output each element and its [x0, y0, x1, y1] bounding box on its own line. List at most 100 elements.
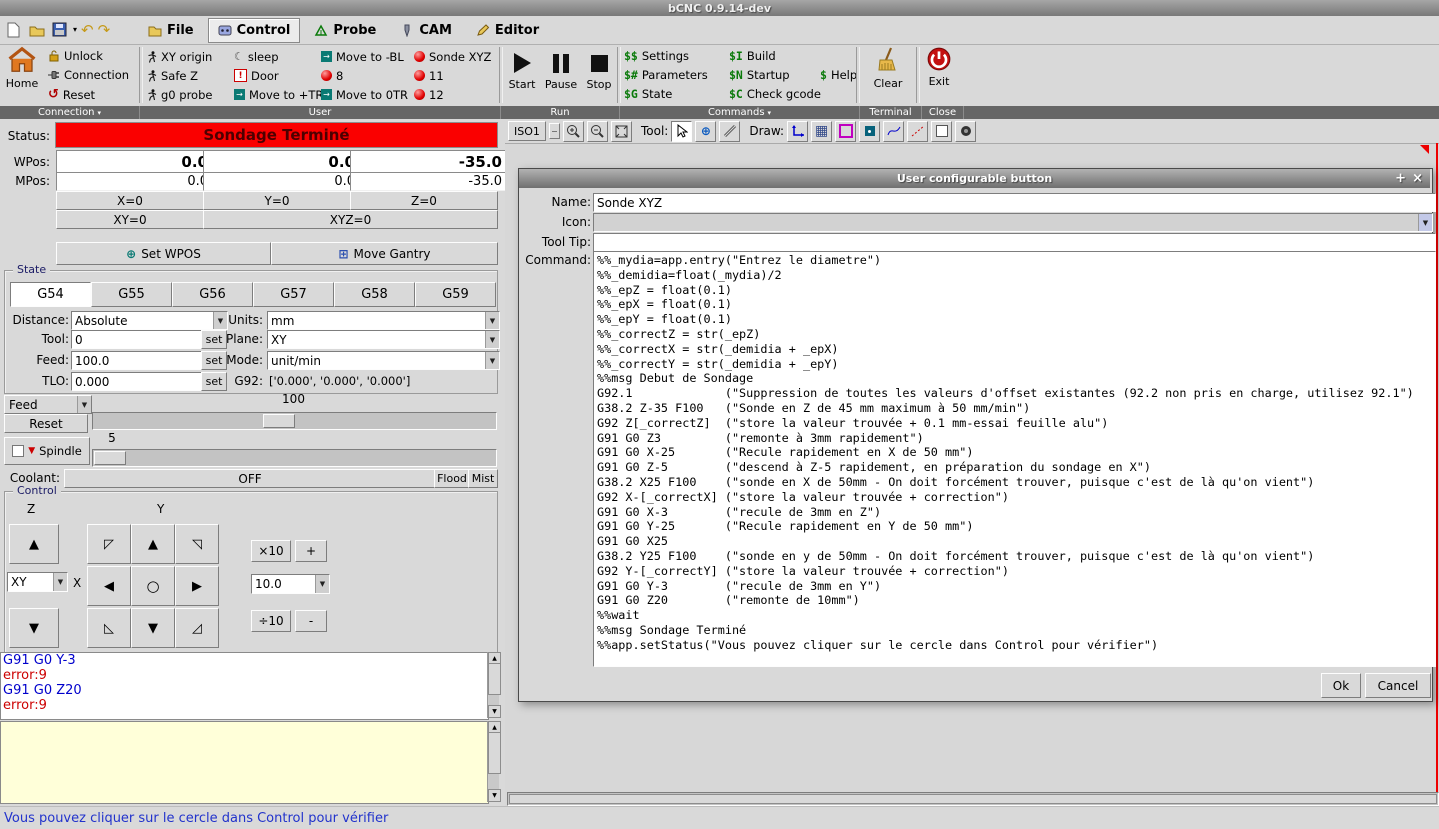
x-zero-button[interactable]: X=0 — [56, 191, 204, 210]
set-wpos-button[interactable]: ⊕ Set WPOS — [56, 242, 271, 265]
jog-center-check-button[interactable]: ○ — [131, 566, 175, 606]
jog-up-button[interactable]: ▲ — [131, 524, 175, 564]
jog-z-down-button[interactable]: ▼ — [9, 608, 59, 648]
zoom-out-icon[interactable] — [587, 121, 608, 142]
coolant-flood-button[interactable]: Flood — [434, 469, 470, 488]
jog-right-button[interactable]: ▶ — [175, 566, 219, 606]
step-div10-button[interactable]: ÷10 — [251, 610, 291, 632]
coolant-off-button[interactable]: OFF — [64, 469, 436, 488]
save-icon[interactable] — [50, 20, 69, 39]
user-button-move-to-0tr[interactable]: →Move to 0TR — [319, 85, 412, 104]
dropdown-icon[interactable]: ▼ — [485, 312, 499, 329]
unlock-button[interactable]: Unlock — [46, 48, 105, 64]
xy-zero-button[interactable]: XY=0 — [56, 210, 204, 229]
build-command-button[interactable]: $IBuild — [727, 48, 778, 64]
scroll-down-icon[interactable]: ▼ — [488, 789, 501, 802]
jog-plane-combobox[interactable]: XY▼ — [7, 572, 68, 592]
step-size-combobox[interactable]: 10.0▼ — [251, 574, 330, 594]
gantry-tool-icon[interactable]: ⊕ — [695, 121, 716, 142]
wcs-g55-button[interactable]: G55 — [91, 282, 172, 307]
stop-button[interactable]: Stop — [582, 48, 616, 91]
state-command-button[interactable]: $GState — [622, 86, 674, 102]
draw-axes-icon[interactable] — [787, 121, 808, 142]
user-button-move-to-bl[interactable]: →Move to -BL — [319, 47, 412, 66]
start-button[interactable]: Start — [504, 48, 540, 91]
parameters-command-button[interactable]: $#Parameters — [622, 67, 710, 83]
dialog-name-input[interactable]: Sonde XYZ — [593, 193, 1436, 212]
zoom-fit-icon[interactable] — [611, 121, 632, 142]
settings-command-button[interactable]: $$Settings — [622, 48, 691, 64]
wcs-g57-button[interactable]: G57 — [253, 282, 334, 307]
mode-combobox[interactable]: unit/min▼ — [267, 351, 500, 370]
connection-button[interactable]: Connection — [46, 67, 131, 83]
jog-sw-button[interactable]: ◺ — [87, 608, 131, 648]
coolant-mist-button[interactable]: Mist — [468, 469, 498, 488]
dialog-command-textarea[interactable]: %%_mydia=app.entry("Entrez le diametre")… — [593, 251, 1436, 667]
command-entry-scrollbar[interactable]: ▲ ▼ — [487, 721, 499, 802]
override-reset-button[interactable]: Reset — [4, 414, 88, 433]
tab-control[interactable]: Control — [208, 18, 301, 43]
dialog-cancel-button[interactable]: Cancel — [1365, 673, 1431, 698]
wcs-g56-button[interactable]: G56 — [172, 282, 253, 307]
jog-ne-button[interactable]: ◹ — [175, 524, 219, 564]
dropdown-icon[interactable]: ▼ — [485, 352, 499, 369]
tab-probe[interactable]: Probe — [304, 18, 386, 43]
feed-slider[interactable] — [92, 412, 497, 430]
command-entry-area[interactable] — [0, 721, 489, 804]
startup-command-button[interactable]: $NStartup — [727, 67, 792, 83]
reset-button[interactable]: ↺ Reset — [46, 86, 97, 103]
user-button-safe-z[interactable]: Safe Z — [144, 66, 232, 85]
jog-left-button[interactable]: ◀ — [87, 566, 131, 606]
wcs-g58-button[interactable]: G58 — [334, 282, 415, 307]
step-mul10-button[interactable]: ×10 — [251, 540, 291, 562]
dropdown-icon[interactable]: ▼ — [1418, 214, 1432, 231]
tlo-set-button[interactable]: set — [201, 372, 227, 391]
group-label-commands[interactable]: Commands▾ — [620, 106, 860, 119]
home-button[interactable]: Home — [2, 46, 42, 102]
feed-input[interactable]: 100.0 — [71, 351, 207, 370]
exit-button[interactable]: Exit — [921, 46, 957, 88]
y-zero-button[interactable]: Y=0 — [203, 191, 351, 210]
dialog-icon-combobox[interactable]: ▼ — [593, 213, 1433, 232]
dropdown-icon[interactable]: ▼ — [315, 575, 329, 593]
user-button-12[interactable]: 12 — [412, 85, 496, 104]
undo-icon[interactable]: ↶ — [81, 21, 94, 39]
check-gcode-command-button[interactable]: $CCheck gcode — [727, 86, 823, 102]
jog-down-button[interactable]: ▼ — [131, 608, 175, 648]
log-scrollbar-thumb[interactable] — [488, 663, 501, 695]
xyz-zero-button[interactable]: XYZ=0 — [203, 210, 498, 229]
pause-button[interactable]: Pause — [543, 48, 579, 91]
tool-input[interactable]: 0 — [71, 330, 207, 349]
user-button-door[interactable]: !Door — [232, 66, 319, 85]
user-button-sonde-xyz[interactable]: Sonde XYZ — [412, 47, 496, 66]
dialog-tooltip-input[interactable] — [593, 233, 1436, 252]
new-file-icon[interactable] — [4, 20, 23, 39]
feed-slider-handle[interactable] — [263, 414, 295, 428]
group-label-connection[interactable]: Connection▾ — [0, 106, 140, 119]
user-button-8[interactable]: 8 — [319, 66, 412, 85]
draw-workarea-icon[interactable] — [931, 121, 952, 142]
log-scrollbar[interactable]: ▲ ▼ — [487, 652, 499, 718]
dialog-title-bar[interactable]: User configurable button + × — [519, 169, 1430, 188]
terminal-log[interactable]: G91 G0 Y-3 error:9 G91 G0 Z20 error:9 — [0, 652, 489, 720]
jog-nw-button[interactable]: ◸ — [87, 524, 131, 564]
user-button-move-to-tr[interactable]: →Move to +TR — [232, 85, 319, 104]
draw-margin-icon[interactable] — [835, 121, 856, 142]
wcs-g59-button[interactable]: G59 — [415, 282, 496, 307]
spindle-slider[interactable] — [92, 449, 497, 467]
scroll-down-icon[interactable]: ▼ — [488, 705, 501, 718]
draw-paths-icon[interactable] — [883, 121, 904, 142]
plane-combobox[interactable]: XY▼ — [267, 330, 500, 349]
tab-file[interactable]: File — [138, 18, 204, 43]
zoom-in-icon[interactable] — [563, 121, 584, 142]
save-dropdown-icon[interactable]: ▾ — [73, 25, 77, 34]
user-button-sleep[interactable]: ☾sleep — [232, 47, 319, 66]
move-gantry-button[interactable]: ⊞ Move Gantry — [271, 242, 498, 265]
units-combobox[interactable]: mm▼ — [267, 311, 500, 330]
draw-rapid-icon[interactable] — [907, 121, 928, 142]
select-tool-icon[interactable] — [671, 121, 692, 142]
user-button-g0-probe[interactable]: g0 probe — [144, 85, 232, 104]
tab-editor[interactable]: Editor — [466, 18, 549, 43]
redo-icon[interactable]: ↷ — [98, 21, 111, 39]
spindle-slider-handle[interactable] — [94, 451, 126, 465]
